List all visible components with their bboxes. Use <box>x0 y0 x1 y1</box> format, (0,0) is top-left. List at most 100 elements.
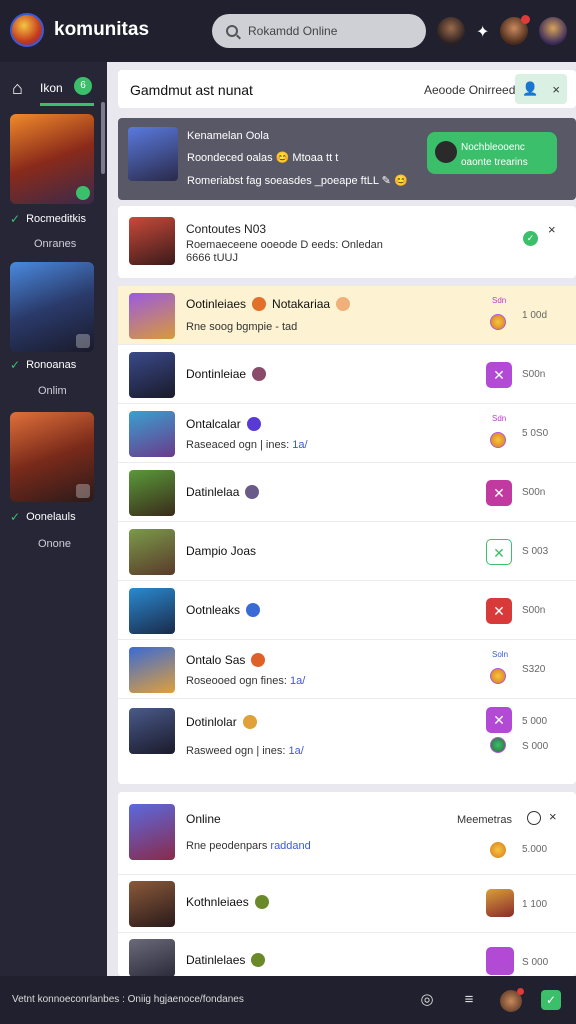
list-item-name: Datinlelaes <box>186 953 266 967</box>
list-item[interactable]: Ontalcalar Raseaced ogn | ines: 1a/ Sdn … <box>118 404 576 463</box>
emoji-icon <box>246 417 261 431</box>
badge-icon <box>76 484 90 498</box>
home-badge: 6 <box>74 77 92 95</box>
avatar[interactable] <box>500 988 524 1012</box>
avatar[interactable] <box>500 15 530 45</box>
avatar <box>129 588 175 634</box>
search-input[interactable]: Rokamdd Online <box>212 14 426 48</box>
notification-title: Contoutes N03 <box>186 222 267 236</box>
home-icon[interactable]: ⌂ <box>12 78 23 99</box>
close-icon[interactable]: × <box>552 82 560 97</box>
app-icon[interactable] <box>486 889 514 917</box>
emoji-icon <box>246 603 261 617</box>
sidebar-home-label[interactable]: Ikon <box>40 81 63 95</box>
brand-title: komunitas <box>54 19 150 40</box>
sidebar-community-card[interactable] <box>10 262 94 352</box>
gamepad-icon[interactable]: ◎ <box>417 990 437 1010</box>
list-item[interactable]: Kothnleiaes 1 100 <box>118 874 576 932</box>
check-icon[interactable]: ✓ <box>523 231 538 246</box>
featured-card[interactable]: Kenamelan Oola Roondeced oalas 😊 Mtoaa t… <box>118 118 576 200</box>
page-title: Gamdmut ast nunat <box>130 82 253 98</box>
menu-icon[interactable]: ≡ <box>459 990 479 1010</box>
notification-line: Roemaeceene ooeode D eeds: Onledan <box>186 239 383 251</box>
shield-icon[interactable]: ✓ <box>541 990 561 1010</box>
profile-avatar[interactable] <box>539 17 567 45</box>
avatar[interactable] <box>437 17 465 45</box>
featured-avatar <box>128 127 178 181</box>
featured-join-button[interactable]: Nochbleooenc oaonte trearins <box>427 132 557 174</box>
sidebar-community-card[interactable] <box>10 114 94 204</box>
list-item[interactable]: Ootnleaks ✕ S00n <box>118 581 576 640</box>
avatar <box>129 470 175 516</box>
top-bar: komunitas Rokamdd Online ✦ <box>0 0 576 62</box>
emoji-icon <box>336 297 351 311</box>
app-icon[interactable]: ✕ <box>486 539 512 565</box>
app-icon[interactable]: ✕ <box>486 598 512 624</box>
member-list: Ootinleiaes Notakariaa Rne soog bgmpie - … <box>118 286 576 784</box>
coin-icon <box>490 668 506 684</box>
bottom-status-text: Vetnt konnoeconrlanbes : Oniig hgjaenoce… <box>12 994 244 1005</box>
app-icon[interactable]: ✕ <box>486 707 512 733</box>
user-icon[interactable]: 👤 <box>522 81 538 97</box>
avatar <box>129 411 175 457</box>
list-item[interactable]: Ontalo Sas Roseooed ogn fines: 1a/ Soln … <box>118 640 576 699</box>
list-item-name: Dontinleiae <box>186 367 267 381</box>
badge-icon <box>76 334 90 348</box>
list-item[interactable]: Datinlelaes S 000 <box>118 932 576 977</box>
avatar[interactable] <box>129 804 175 860</box>
list-item-name: Kothnleiaes <box>186 895 269 909</box>
emoji-icon <box>251 653 266 667</box>
bottom-bar: Vetnt konnoeconrlanbes : Oniig hgjaenoce… <box>0 976 576 1024</box>
sidebar-item-name[interactable]: ✓ Ronoanas <box>10 358 76 372</box>
sidebar-item-name[interactable]: ✓ Rocmeditkis <box>10 212 86 226</box>
notification-line: 6666 tUUJ <box>186 252 238 264</box>
close-icon[interactable]: × <box>548 222 556 237</box>
section-value: 5.000 <box>522 844 548 855</box>
header-actions[interactable]: 👤 × <box>515 74 567 104</box>
emoji-icon <box>242 715 257 729</box>
list-item-value: 1 00d <box>522 310 548 321</box>
sidebar-community-card[interactable] <box>10 412 94 502</box>
app-icon[interactable] <box>486 947 514 975</box>
list-item[interactable]: Datinlelaa ✕ S00n <box>118 463 576 522</box>
close-icon[interactable]: × <box>549 809 557 824</box>
list-item[interactable]: Ootinleiaes Notakariaa Rne soog bgmpie - … <box>118 286 576 345</box>
section-title: Online <box>186 812 221 826</box>
add-icon[interactable]: ✦ <box>476 22 489 42</box>
notification-dot <box>517 988 524 995</box>
list-item[interactable]: Dontinleiae ✕ S00n <box>118 345 576 404</box>
list-item[interactable]: Dotinlolar Rasweed ogn | ines: 1a/ ✕ 5 0… <box>118 699 576 784</box>
sidebar-item-name[interactable]: ✓ Oonelauls <box>10 510 76 524</box>
notification-card[interactable]: Contoutes N03 Roemaeceene ooeode D eeds:… <box>118 206 576 278</box>
list-item-name: Dampio Joas <box>186 544 257 558</box>
list-item-name: Ontalo Sas <box>186 653 266 667</box>
sidebar-scrollbar[interactable] <box>101 102 105 174</box>
list-item-value: S320 <box>522 664 546 675</box>
active-tab-indicator <box>40 103 94 106</box>
list-item-name: Datinlelaa <box>186 485 260 499</box>
list-item-value: S 003 <box>522 546 549 557</box>
header-panel: Gamdmut ast nunat Aeoode Onirreed 👤 × <box>118 70 576 108</box>
sidebar: ⌂ Ikon 6 ✓ Rocmeditkis Onranes ✓ Ronoanas … <box>0 62 107 976</box>
list-item-value: S 000 <box>522 957 549 968</box>
avatar <box>129 647 175 693</box>
check-icon: ✓ <box>10 510 21 524</box>
list-item[interactable]: Dampio Joas ✕ S 003 <box>118 522 576 581</box>
check-icon: ✓ <box>10 212 21 226</box>
check-icon: ✓ <box>10 358 21 372</box>
list-item-value: 5 0S0 <box>522 428 549 439</box>
list-item-name: Dotinlolar <box>186 715 257 729</box>
app-logo-icon[interactable] <box>10 13 44 47</box>
info-icon[interactable] <box>527 811 541 825</box>
check-badge-icon <box>76 186 90 200</box>
featured-title: Kenamelan Oola <box>187 130 269 142</box>
list-item-sub: Rne soog bgmpie - tad <box>186 321 298 333</box>
avatar <box>129 939 175 977</box>
search-icon <box>226 25 238 37</box>
app-icon[interactable]: ✕ <box>486 362 512 388</box>
list-item-value: S00n <box>522 369 546 380</box>
sidebar-item-sub: Onranes <box>34 238 77 250</box>
notification-avatar <box>129 217 175 265</box>
featured-line: Roondeced oalas 😊 Mtoaa tt t <box>187 152 339 164</box>
app-icon[interactable]: ✕ <box>486 480 512 506</box>
